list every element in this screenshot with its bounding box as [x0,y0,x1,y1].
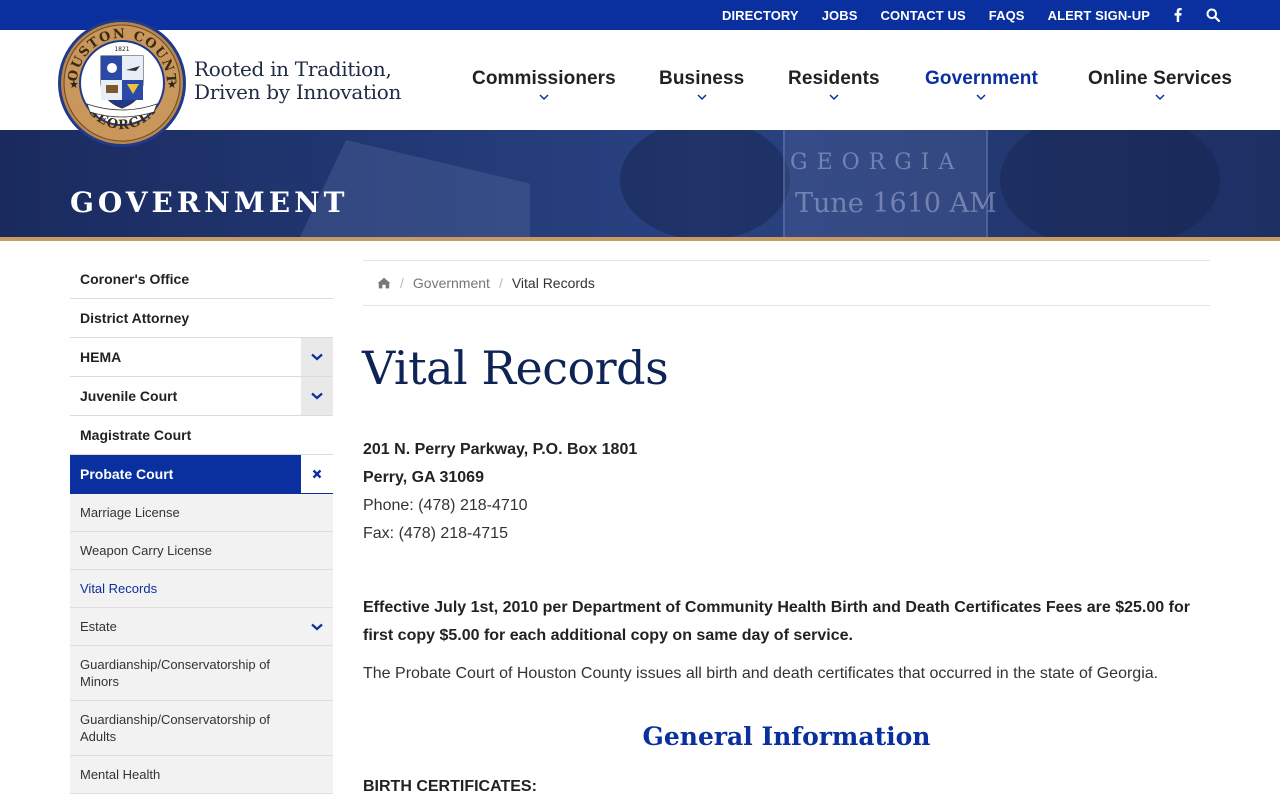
expand-toggle-button[interactable] [301,338,333,376]
expand-toggle-button[interactable] [301,608,333,645]
chevron-down-icon [311,623,323,630]
alert-signup-link[interactable]: ALERT SIGN-UP [1048,8,1150,23]
sidebar-subitem-guardianship-adults[interactable]: Guardianship/Conservatorship of Adults [70,701,333,756]
hero-sign-text: Tune 1610 AM [795,188,997,219]
hero-tree-shape [620,130,790,237]
fees-notice: Effective July 1st, 2010 per Department … [363,599,1190,644]
svg-text:1821: 1821 [114,46,129,53]
sidebar-subitem-label: Guardianship/Conservatorship of Adults [80,712,271,744]
hero-title: GOVERNMENT [70,186,349,219]
fax-number: Fax: (478) 218-4715 [363,525,508,542]
intro-paragraph: The Probate Court of Houston County issu… [363,665,1159,682]
sidebar-item-label: Probate Court [80,466,174,482]
nav-residents[interactable]: Residents [788,68,880,102]
sidebar-item-label: District Attorney [80,310,190,326]
chevron-down-icon [311,392,323,400]
chevron-down-icon [311,353,323,361]
breadcrumb-separator: / [400,275,404,291]
sidebar-item-magistrate-court[interactable]: Magistrate Court [70,416,333,455]
sidebar-item-label: Magistrate Court [80,427,192,443]
expand-toggle-button[interactable] [301,377,333,415]
search-icon[interactable] [1206,0,1220,30]
nav-label: Commissioners [472,68,616,89]
sidebar-subitem-mental-health[interactable]: Mental Health [70,756,333,794]
collapse-toggle-button[interactable] [301,455,333,493]
sidebar-subitem-weapon-carry-license[interactable]: Weapon Carry License [70,532,333,570]
hero-banner: GEORGIA Tune 1610 AM GOVERNMENT [0,130,1280,237]
faqs-link[interactable]: FAQS [989,8,1025,23]
sidebar-subitem-vital-records[interactable]: Vital Records [70,570,333,608]
directory-link[interactable]: DIRECTORY [722,8,799,23]
sidebar-item-label: Juvenile Court [80,388,178,404]
address-line-1: 201 N. Perry Parkway, P.O. Box 1801 [363,441,638,458]
sidebar-subitem-label: Estate [80,619,117,634]
sidebar-item-district-attorney[interactable]: District Attorney [70,299,333,338]
main-nav: Commissioners Business Residents Governm… [0,30,1280,130]
chevron-down-icon [697,94,707,102]
sidebar-item-label: Coroner's Office [80,271,190,287]
nav-label: Online Services [1088,68,1233,89]
sidebar-item-label: HEMA [80,349,122,365]
hero-divider [0,237,1280,241]
chevron-down-icon [829,94,839,102]
sidebar-item-juvenile-court[interactable]: Juvenile Court [70,377,333,416]
nav-online-services[interactable]: Online Services [1088,68,1232,102]
hero-tree-shape [1000,130,1220,237]
hero-sign-shape [783,130,988,237]
home-icon[interactable] [377,277,391,289]
breadcrumb: / Government / Vital Records [363,260,1210,306]
contact-block: 201 N. Perry Parkway, P.O. Box 1801 Perr… [363,436,1213,548]
svg-text:★: ★ [69,79,79,91]
section-sidebar: Coroner's Office District Attorney HEMA … [70,260,333,794]
sidebar-subitem-label: Mental Health [80,767,161,782]
sidebar-subitem-marriage-license[interactable]: Marriage License [70,494,333,532]
nav-label: Business [659,68,745,89]
chevron-down-icon [1155,94,1165,102]
facebook-icon[interactable] [1171,0,1185,30]
hero-sign-text: GEORGIA [790,150,964,175]
sidebar-item-probate-court[interactable]: Probate Court [70,455,333,494]
nav-label: Government [925,68,1038,89]
utility-bar: DIRECTORY JOBS CONTACT US FAQS ALERT SIG… [0,0,1280,30]
jobs-link[interactable]: JOBS [822,8,858,23]
phone-number: Phone: (478) 218-4710 [363,497,528,514]
chevron-down-icon [539,94,549,102]
sidebar-subitem-guardianship-minors[interactable]: Guardianship/Conservatorship of Minors [70,646,333,701]
nav-label: Residents [788,68,880,89]
nav-business[interactable]: Business [659,68,744,102]
svg-text:★: ★ [167,79,177,91]
sidebar-subitem-label: Vital Records [80,581,158,596]
sidebar-subitem-estate[interactable]: Estate [70,608,333,646]
address-line-2: Perry, GA 31069 [363,469,484,486]
sidebar-item-hema[interactable]: HEMA [70,338,333,377]
sidebar-subitem-label: Weapon Carry License [80,543,212,558]
section-heading: General Information [642,722,931,751]
sidebar-subitem-label: Guardianship/Conservatorship of Minors [80,657,271,689]
page-title: Vital Records [362,341,669,395]
utility-links: DIRECTORY JOBS CONTACT US FAQS ALERT SIG… [699,0,1150,30]
birth-certificates-heading: BIRTH CERTIFICATES: [363,778,537,795]
contact-us-link[interactable]: CONTACT US [881,8,966,23]
chevron-down-icon [976,94,986,102]
breadcrumb-separator: / [498,275,503,291]
sidebar-item-coroners-office[interactable]: Coroner's Office [70,260,333,299]
breadcrumb-government-link[interactable]: Government [413,275,490,291]
sidebar-subitem-label: Marriage License [80,505,180,520]
nav-commissioners[interactable]: Commissioners [472,68,616,102]
breadcrumb-current: Vital Records [511,275,595,291]
county-seal-logo[interactable]: HOUSTON COUNTY GEORGIA ★ ★ 1821 [50,7,187,148]
close-icon [312,469,322,479]
nav-government[interactable]: Government [925,68,1038,102]
